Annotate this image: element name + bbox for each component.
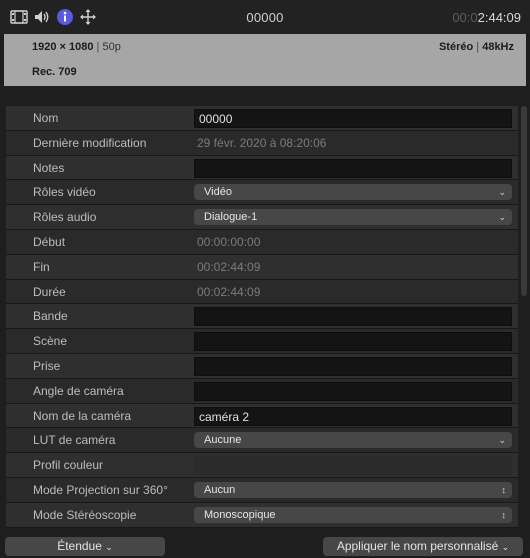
inspector-toolbar: 00000 00:02:44:09 [0, 0, 530, 34]
chevron-down-icon: ⌄ [498, 435, 506, 446]
property-row: Mode Projection sur 360° Aucun ↕ [6, 477, 518, 503]
property-row: Durée 00:02:44:09 [6, 279, 518, 305]
property-label: Nom [33, 111, 59, 125]
property-row: Nom 00000 [6, 106, 518, 131]
property-label: Notes [33, 160, 65, 175]
property-label: Angle de caméra [33, 383, 124, 398]
property-label: Bande [33, 309, 68, 324]
clip-info-panel: 1920 × 1080 | 50p Stéréo | 48kHz Rec. 70… [4, 34, 526, 86]
property-label: Début [33, 234, 66, 249]
property-field[interactable]: caméra 2 [194, 406, 512, 426]
property-popup[interactable]: Monoscopique ↕ [194, 506, 512, 523]
chevron-down-icon: ⌄ [105, 542, 113, 552]
clip-title: 00000 [246, 10, 284, 25]
property-label: Nom de la caméra [33, 408, 132, 423]
property-popup[interactable]: Dialogue-1 ⌄ [194, 209, 512, 226]
properties-list: Nom 00000 Dernière modification 29 févr. 20… [6, 106, 518, 528]
property-row: Profil couleur [6, 453, 518, 478]
property-label: Durée [33, 284, 66, 299]
popup-value: Vidéo [204, 186, 232, 199]
property-field[interactable] [194, 307, 512, 327]
property-label: Dernière modification [33, 135, 147, 150]
popup-value: Aucune [204, 434, 242, 447]
property-field[interactable] [194, 356, 512, 376]
audio-info: Stéréo | 48kHz [438, 41, 514, 53]
scrollbar[interactable] [521, 106, 527, 296]
property-popup[interactable]: Vidéo ⌄ [194, 184, 512, 201]
property-row: Scène [6, 329, 518, 354]
field-value: caméra 2 [199, 409, 250, 424]
popup-value: Monoscopique [204, 508, 276, 521]
property-field[interactable] [194, 332, 512, 352]
property-value: 29 févr. 2020 à 08:20:06 [197, 135, 327, 150]
property-value: 00:02:44:09 [197, 259, 261, 274]
field-value: 00000 [199, 112, 233, 126]
property-disabled-field [194, 456, 512, 476]
property-label: Scène [33, 334, 68, 349]
property-row: Bande [6, 304, 518, 330]
property-value: 00:02:44:09 [197, 284, 261, 299]
property-popup[interactable]: Aucune ⌄ [194, 432, 512, 449]
property-label: Rôles audio [33, 210, 97, 225]
property-label: LUT de caméra [33, 433, 116, 448]
property-row: Rôles audio Dialogue-1 ⌄ [6, 205, 518, 230]
property-value: 00:00:00:00 [197, 234, 261, 249]
property-row: Notes [6, 155, 518, 181]
property-label: Prise [33, 358, 61, 373]
property-label: Profil couleur [33, 458, 104, 473]
chevron-down-icon: ⌄ [498, 212, 506, 223]
property-field[interactable] [194, 381, 512, 401]
clip-duration: 00:02:44:09 [452, 10, 521, 25]
popup-value: Dialogue-1 [204, 211, 258, 224]
property-field[interactable] [194, 158, 512, 178]
property-popup[interactable]: Aucun ↕ [194, 481, 512, 498]
property-label: Mode Projection sur 360° [33, 482, 168, 497]
color-space-info: Rec. 709 [32, 66, 77, 78]
property-field[interactable]: 00000 [194, 109, 512, 128]
property-label: Rôles vidéo [33, 185, 96, 200]
property-row: Début 00:00:00:00 [6, 229, 518, 255]
property-row: Prise [6, 353, 518, 379]
chevron-down-icon: ⌄ [498, 187, 506, 198]
property-row: LUT de caméra Aucune ⌄ [6, 428, 518, 454]
property-row: Angle de caméra [6, 378, 518, 404]
property-row: Rôles vidéo Vidéo ⌄ [6, 180, 518, 206]
popup-value: Aucun [204, 483, 236, 496]
resolution-info: 1920 × 1080 | 50p [32, 41, 121, 53]
property-label: Fin [33, 259, 50, 274]
bottom-bar: Étendue ⌄ Appliquer le nom personnalisé … [0, 534, 530, 558]
property-label: Mode Stéréoscopie [33, 507, 137, 522]
property-row: Nom de la caméra caméra 2 [6, 403, 518, 429]
apply-custom-name-button[interactable]: Appliquer le nom personnalisé ⌄ [323, 537, 523, 556]
view-mode-button[interactable]: Étendue ⌄ [5, 537, 165, 556]
up-down-chevron-icon: ↕ [501, 509, 507, 520]
chevron-down-icon: ⌄ [501, 542, 510, 552]
property-row: Mode Stéréoscopie Monoscopique ↕ [6, 502, 518, 528]
property-row: Dernière modification 29 févr. 2020 à 08:… [6, 130, 518, 156]
up-down-chevron-icon: ↕ [501, 484, 507, 495]
property-row: Fin 00:02:44:09 [6, 254, 518, 280]
